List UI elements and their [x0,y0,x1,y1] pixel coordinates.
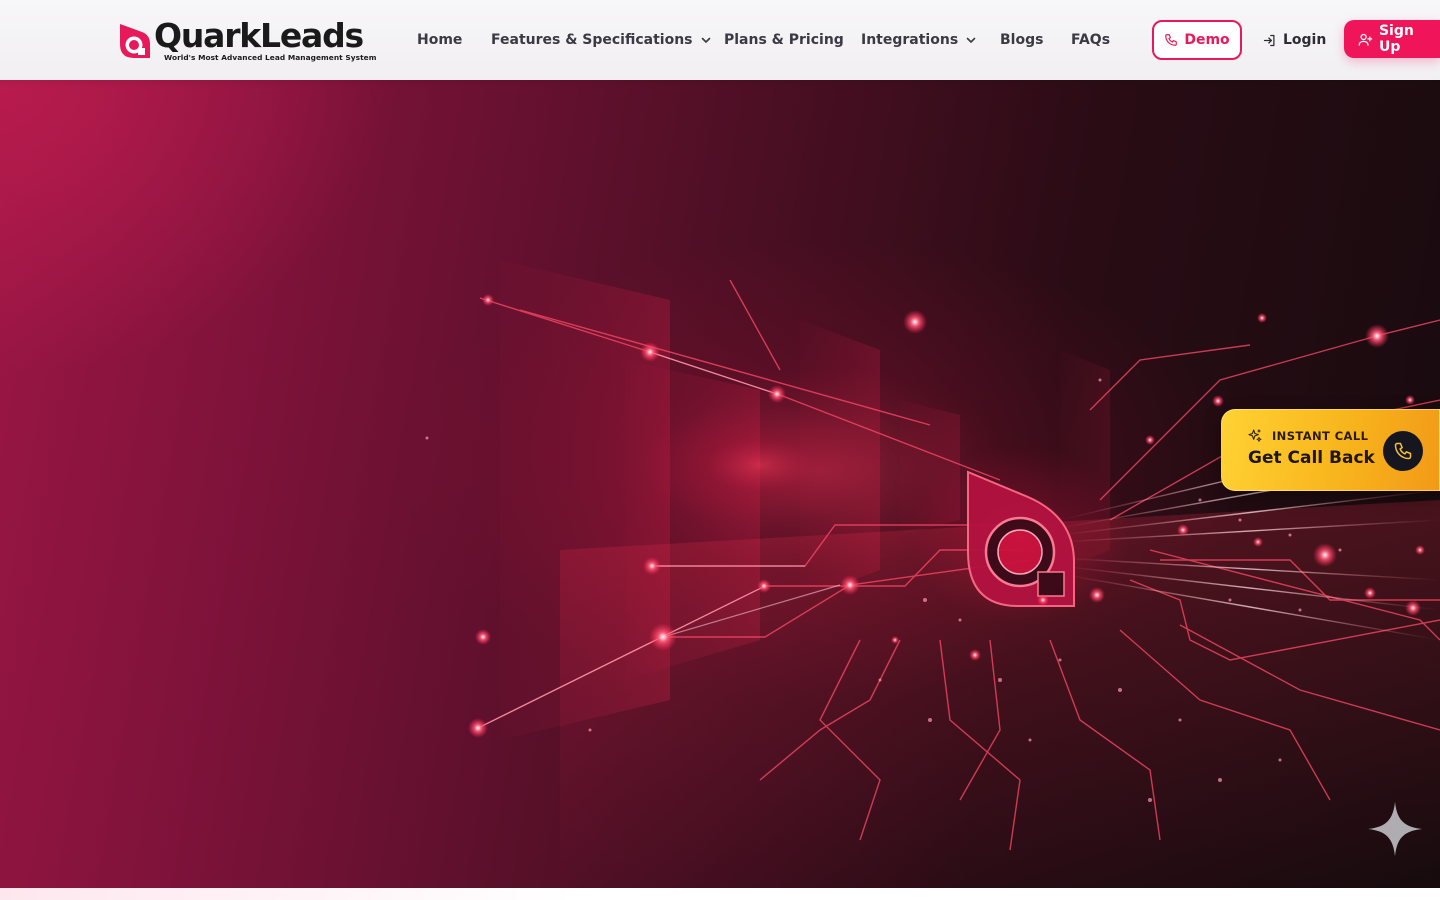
quarkleads-logo[interactable]: QuarkLeads World's Most Advanced Lead Ma… [116,16,376,64]
nav-integrations[interactable]: Integrations [861,30,977,50]
signup-button[interactable]: Sign Up [1344,20,1440,58]
nav-integrations-label: Integrations [861,32,959,48]
nav-faqs-label: FAQs [1071,32,1111,48]
chevron-down-icon [966,37,976,43]
user-plus-icon [1358,33,1373,46]
demo-button[interactable]: Demo [1152,20,1242,60]
hero-section: INSTANT CALL Get Call Back [0,80,1440,888]
callback-title: Get Call Back [1248,448,1375,468]
logo-mark-icon [120,24,150,58]
instant-callback-widget[interactable]: INSTANT CALL Get Call Back [1221,409,1440,491]
callback-kicker: INSTANT CALL [1272,429,1369,443]
nav-faqs[interactable]: FAQs [1071,30,1110,50]
logo-tagline: World's Most Advanced Lead Management Sy… [164,53,377,62]
sparkles-icon [1248,429,1262,442]
phone-icon [1165,34,1178,46]
login-button[interactable]: Login [1262,28,1326,52]
nav-plans-pricing[interactable]: Plans & Pricing [724,30,844,50]
callback-phone-button[interactable] [1383,431,1423,471]
signup-button-label: Sign Up [1378,23,1414,55]
nav-home[interactable]: Home [417,30,462,50]
phone-icon [1394,442,1412,460]
nav-home-label: Home [417,32,463,48]
logo-wordmark: QuarkLeads [154,16,364,55]
hero-bottom-edge [0,888,1440,900]
nav-features-label: Features & Specifications [491,32,693,48]
login-button-label: Login [1283,32,1327,48]
nav-blogs[interactable]: Blogs [1000,30,1043,50]
nav-plans-label: Plans & Pricing [724,32,844,48]
demo-button-label: Demo [1184,32,1230,48]
nav-blogs-label: Blogs [1000,32,1044,48]
site-header: QuarkLeads World's Most Advanced Lead Ma… [0,0,1440,88]
chevron-down-icon [701,37,710,43]
login-arrow-icon [1263,34,1275,46]
sparkle-star-icon[interactable] [1366,800,1424,858]
nav-features-specifications[interactable]: Features & Specifications [491,30,712,50]
